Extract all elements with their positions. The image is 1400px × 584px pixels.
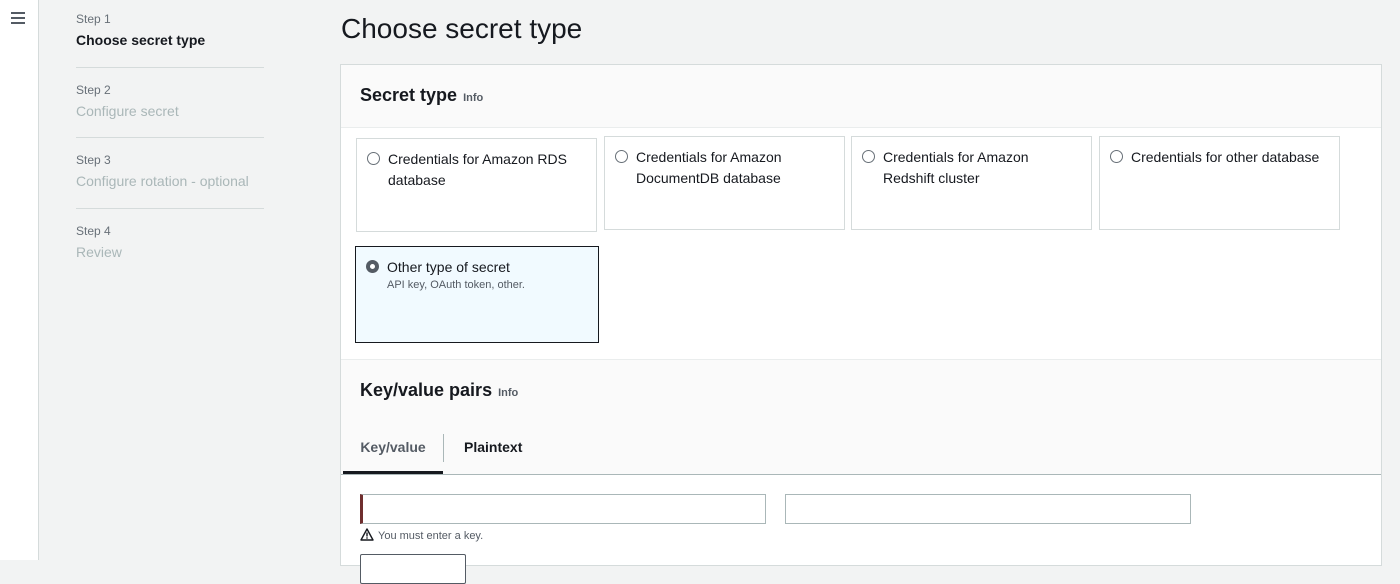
option-label: Credentials for Amazon Redshift cluster [883,149,1029,186]
radio-button[interactable] [615,150,628,163]
kv-pairs-title: Key/value pairs [360,380,493,400]
step-number: Step 3 [76,153,111,167]
secret-type-panel: Secret type Info Credentials for Amazon R… [340,64,1382,584]
tab-separator [443,434,444,462]
step-number: Step 2 [76,83,111,97]
kv-pairs-heading: Key/value pairs Info [360,380,518,401]
secret-type-option-other-secret[interactable]: Other type of secret API key, OAuth toke… [355,246,599,343]
hamburger-menu-icon[interactable] [11,12,25,24]
tab-key-value[interactable]: Key/value [343,421,443,474]
step-4: Step 4 Review [76,224,266,260]
secret-type-option-rds[interactable]: Credentials for Amazon RDS database [356,138,597,232]
radio-button-selected[interactable] [366,260,379,273]
error-text: You must enter a key. [378,529,484,542]
step-title: Configure secret [76,103,179,119]
radio-button[interactable] [1110,150,1123,163]
step-divider [76,208,264,209]
step-number: Step 1 [76,12,111,26]
step-3: Step 3 Configure rotation - optional [76,153,266,189]
step-title: Review [76,244,122,260]
secret-type-option-redshift[interactable]: Credentials for Amazon Redshift cluster [851,136,1092,230]
step-divider [76,137,264,138]
step-1[interactable]: Step 1 Choose secret type [76,12,266,48]
step-title: Configure rotation - optional [76,173,249,189]
radio-button[interactable] [862,150,875,163]
secret-type-option-documentdb[interactable]: Credentials for Amazon DocumentDB databa… [604,136,845,230]
radio-button[interactable] [367,152,380,165]
option-label: Credentials for other database [1131,149,1320,165]
warning-icon [360,528,374,544]
tab-plaintext[interactable]: Plaintext [464,421,554,474]
page-title: Choose secret type [341,13,583,44]
key-error-message: You must enter a key. [360,528,483,544]
secret-type-heading: Secret type Info [360,85,483,106]
step-2: Step 2 Configure secret [76,83,266,119]
secret-type-title: Secret type [360,85,458,105]
add-row-button[interactable] [360,554,466,584]
step-divider [76,67,264,68]
option-description: API key, OAuth token, other. [387,279,525,291]
step-title: Choose secret type [76,32,206,48]
kv-pairs-header: Key/value pairs Info [341,359,1381,422]
key-input[interactable] [360,494,766,524]
option-label: Credentials for Amazon DocumentDB databa… [636,149,782,186]
info-link[interactable]: Info [498,387,518,399]
option-label: Credentials for Amazon RDS database [388,151,567,188]
info-link[interactable]: Info [463,92,483,104]
option-label: Other type of secret [387,259,510,275]
step-number: Step 4 [76,224,111,238]
menu-rail [0,0,39,560]
secret-type-header: Secret type Info [341,65,1381,128]
kv-tabs: Key/value Plaintext [341,421,1381,475]
secret-type-option-other-database[interactable]: Credentials for other database [1099,136,1340,230]
value-input[interactable] [785,494,1191,524]
